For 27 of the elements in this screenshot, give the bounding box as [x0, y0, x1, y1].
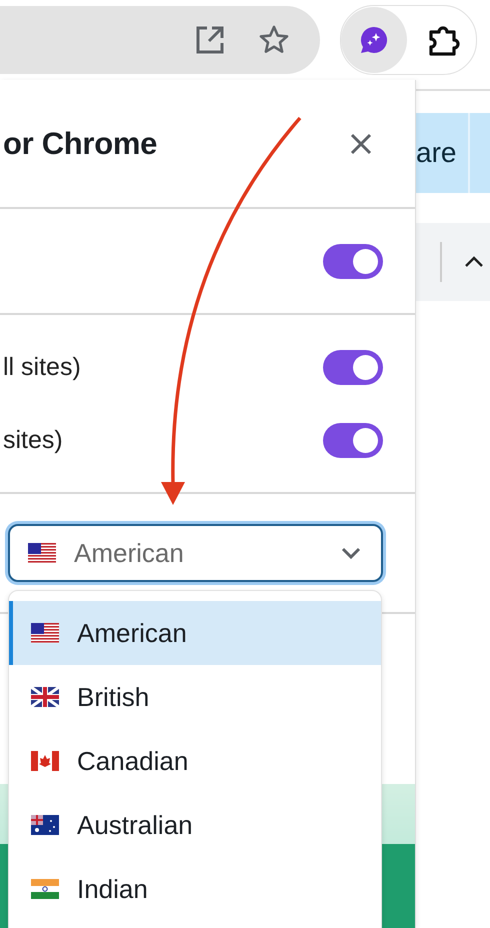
language-select[interactable]: American: [8, 524, 383, 582]
chevron-up-icon[interactable]: [464, 256, 484, 268]
setting-label: sites): [3, 426, 63, 454]
flag-icon: [31, 751, 59, 771]
language-option[interactable]: British: [9, 665, 381, 729]
language-option[interactable]: Australian: [9, 793, 381, 857]
flag-icon: [31, 815, 59, 835]
panel-title: or Chrome: [3, 126, 158, 162]
toggle-switch[interactable]: [323, 244, 383, 278]
language-option[interactable]: Indian: [9, 857, 381, 921]
flag-icon: [31, 687, 59, 707]
flag-icon: [31, 623, 59, 643]
star-icon[interactable]: [258, 24, 290, 56]
extension-button[interactable]: [341, 7, 407, 73]
close-icon[interactable]: [349, 132, 373, 156]
chat-sparkle-icon: [358, 24, 390, 56]
chevron-down-icon: [341, 547, 361, 559]
page-tab[interactable]: are: [416, 113, 470, 193]
flag-icon: [28, 543, 56, 563]
language-option[interactable]: American: [9, 601, 381, 665]
language-option[interactable]: Canadian: [9, 729, 381, 793]
open-in-new-icon[interactable]: [194, 24, 226, 56]
toggle-switch[interactable]: [323, 350, 383, 384]
address-bar[interactable]: [0, 6, 320, 74]
flag-icon: [31, 879, 59, 899]
toggle-switch[interactable]: [323, 422, 383, 458]
setting-label: ll sites): [3, 352, 81, 382]
